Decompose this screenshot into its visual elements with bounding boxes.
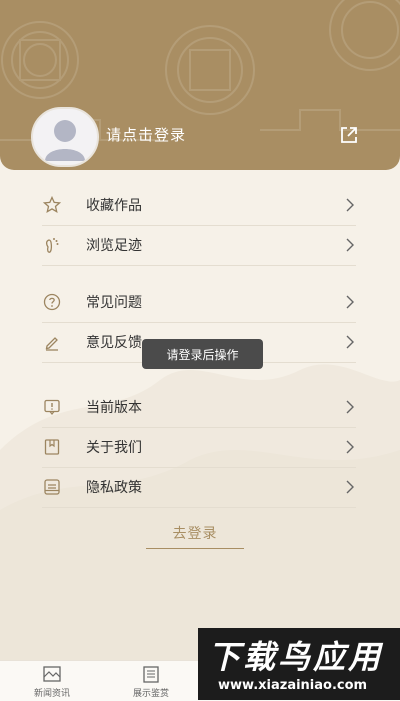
news-icon bbox=[43, 666, 61, 682]
tab-label: 展示鉴赏 bbox=[132, 689, 169, 699]
chevron-right-icon bbox=[346, 480, 354, 494]
menu-item-history[interactable]: 浏览足迹 bbox=[42, 225, 356, 266]
menu-item-label: 浏览足迹 bbox=[86, 238, 142, 254]
menu-item-label: 收藏作品 bbox=[86, 198, 142, 214]
avatar[interactable] bbox=[31, 107, 99, 167]
profile-header: 请点击登录 bbox=[0, 0, 400, 170]
login-prompt[interactable]: 请点击登录 bbox=[106, 124, 186, 145]
chevron-right-icon bbox=[346, 440, 354, 454]
info-icon bbox=[42, 397, 62, 417]
menu-item-about[interactable]: 关于我们 bbox=[42, 427, 356, 468]
gallery-icon bbox=[143, 666, 159, 683]
menu-item-favorites[interactable]: 收藏作品 bbox=[42, 185, 356, 226]
document-icon bbox=[42, 477, 62, 497]
watermark-url: www.xiazainiao.com bbox=[218, 678, 368, 693]
menu-item-privacy[interactable]: 隐私政策 bbox=[42, 467, 356, 508]
chevron-right-icon bbox=[346, 238, 354, 252]
menu-item-label: 常见问题 bbox=[86, 295, 142, 311]
watermark-title: 下载鸟应用 bbox=[208, 638, 384, 676]
toast-message: 请登录后操作 bbox=[142, 339, 263, 369]
watermark-logo: 下载鸟应用 www.xiazainiao.com bbox=[198, 628, 400, 700]
menu-item-label: 隐私政策 bbox=[86, 480, 142, 496]
chevron-right-icon bbox=[346, 295, 354, 309]
menu-item-version[interactable]: 当前版本 bbox=[42, 387, 356, 428]
chevron-right-icon bbox=[346, 335, 354, 349]
menu-item-faq[interactable]: 常见问题 bbox=[42, 282, 356, 323]
share-out-icon[interactable] bbox=[338, 124, 360, 146]
user-avatar-icon bbox=[45, 120, 85, 161]
bookmark-icon bbox=[42, 437, 62, 457]
tab-gallery[interactable]: 展示鉴赏 bbox=[121, 665, 181, 701]
question-icon bbox=[42, 292, 62, 312]
edit-icon bbox=[42, 332, 62, 352]
footprint-icon bbox=[42, 235, 62, 255]
menu-item-label: 关于我们 bbox=[86, 440, 142, 456]
star-icon bbox=[42, 195, 62, 215]
login-button[interactable]: 去登录 bbox=[146, 520, 244, 549]
chevron-right-icon bbox=[346, 400, 354, 414]
menu-item-label: 当前版本 bbox=[86, 400, 142, 416]
tab-news[interactable]: 新闻资讯 bbox=[22, 665, 82, 701]
tab-label: 新闻资讯 bbox=[33, 689, 70, 699]
chevron-right-icon bbox=[346, 198, 354, 212]
